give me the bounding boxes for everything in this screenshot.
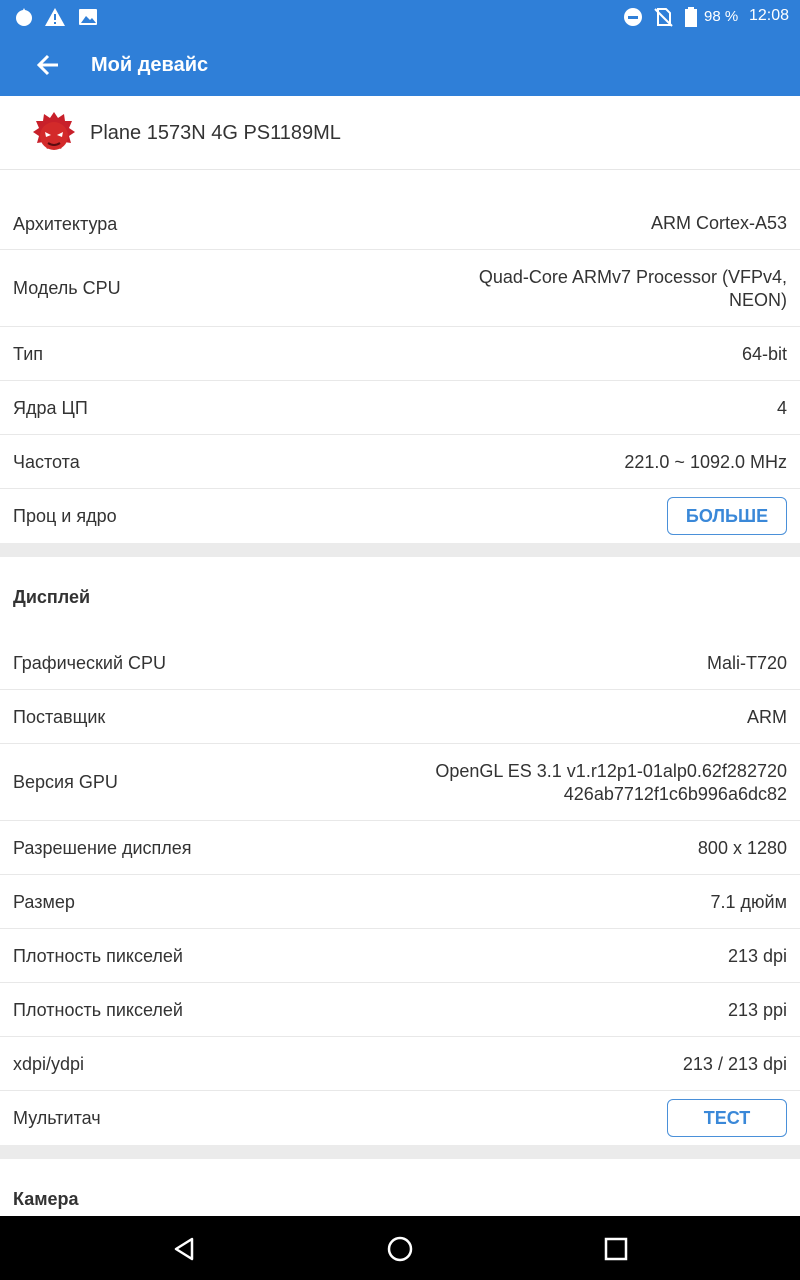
row-label: Ядра ЦП: [13, 398, 88, 418]
row-value-line: OpenGL ES 3.1 v1.r12p1-01alp0.62f282720: [435, 761, 787, 781]
list-item: Тип 64-bit: [0, 327, 800, 381]
list-item: Ядра ЦП 4: [0, 381, 800, 435]
clock: 12:08: [748, 7, 789, 24]
list-item: Мультитач ТЕСТ: [0, 1091, 800, 1145]
list-item: Разрешение дисплея 800 x 1280: [0, 821, 800, 875]
row-value: 221.0 ~ 1092.0 MHz: [624, 452, 787, 472]
list-item: Проц и ядро БОЛЬШЕ: [0, 489, 800, 543]
section-divider: [0, 543, 800, 557]
list-item: Версия GPU OpenGL ES 3.1 v1.r12p1-01alp0…: [0, 744, 800, 821]
row-value: ARM Cortex-A53: [650, 213, 787, 233]
list-item: Частота 221.0 ~ 1092.0 MHz: [0, 435, 800, 489]
page-title: Мой девайс: [91, 54, 209, 76]
nav-home-icon[interactable]: [385, 1234, 415, 1264]
row-label: Мультитач: [13, 1108, 101, 1128]
nav-recents-icon[interactable]: [601, 1234, 631, 1264]
row-label: Поставщик: [13, 707, 106, 727]
row-value: Mali-T720: [706, 653, 787, 673]
battery-icon: [685, 7, 697, 27]
row-label: Версия GPU: [13, 772, 118, 792]
list-item: Поставщик ARM: [0, 690, 800, 744]
row-value-line: Quad-Core ARMv7 Processor (VFPv4,: [478, 267, 787, 287]
row-label: Графический CPU: [13, 653, 166, 673]
row-label: Модель CPU: [13, 278, 121, 298]
list-item: Размер 7.1 дюйм: [0, 875, 800, 929]
section-divider: [0, 1145, 800, 1159]
row-label: Тип: [13, 344, 44, 364]
app-bar: Мой девайс: [0, 34, 800, 96]
row-value: 800 x 1280: [697, 838, 787, 858]
row-value: ARM: [747, 707, 787, 727]
row-value: 213 dpi: [727, 946, 787, 966]
status-bar: 98 % 12:08: [0, 0, 800, 34]
row-label: xdpi/ydpi: [13, 1054, 85, 1074]
row-label: Плотность пикселей: [13, 946, 183, 966]
device-name: Plane 1573N 4G PS1189ML: [90, 122, 341, 144]
row-value: 64-bit: [741, 344, 787, 364]
nav-back-icon[interactable]: [170, 1234, 200, 1264]
row-value: 4: [776, 398, 787, 418]
navigation-bar: [0, 1216, 800, 1280]
more-button[interactable]: БОЛЬШЕ: [667, 497, 787, 535]
list-item: Плотность пикселей 213 ppi: [0, 983, 800, 1037]
row-label: Архитектура: [13, 214, 118, 234]
arrow-back-icon[interactable]: [28, 46, 68, 84]
no-sim-icon: [654, 8, 673, 27]
row-value: OpenGL ES 3.1 v1.r12p1-01alp0.62f282720 …: [435, 760, 787, 806]
image-icon: [79, 9, 97, 25]
row-value: 7.1 дюйм: [710, 892, 787, 912]
row-value-line: NEON): [729, 290, 787, 310]
list-item: xdpi/ydpi 213 / 213 dpi: [0, 1037, 800, 1091]
row-label: Проц и ядро: [13, 506, 117, 526]
list-item: Архитектура ARM Cortex-A53: [0, 170, 800, 250]
battery-percent: 98 %: [704, 8, 739, 25]
row-value-line: 426ab7712f1c6b996a6dc82: [563, 784, 787, 804]
warning-icon: [45, 8, 65, 26]
section-title-display: Дисплей: [13, 587, 91, 607]
do-not-disturb-icon: [624, 8, 642, 26]
row-value: 213 ppi: [727, 1000, 787, 1020]
device-header: Plane 1573N 4G PS1189ML: [0, 96, 800, 170]
list-item: Плотность пикселей 213 dpi: [0, 929, 800, 983]
test-button[interactable]: ТЕСТ: [667, 1099, 787, 1137]
fire-icon: [16, 8, 32, 26]
row-value: Quad-Core ARMv7 Processor (VFPv4, NEON): [479, 266, 787, 312]
row-label: Размер: [13, 892, 75, 912]
row-value: 213 / 213 dpi: [682, 1054, 787, 1074]
list-item: Модель CPU Quad-Core ARMv7 Processor (VF…: [0, 250, 800, 327]
section-title-camera: Камера: [13, 1189, 79, 1209]
row-label: Частота: [13, 452, 80, 472]
list-item: Графический CPU Mali-T720: [0, 636, 800, 690]
antutu-logo-icon: [33, 112, 75, 150]
row-label: Разрешение дисплея: [13, 838, 192, 858]
row-label: Плотность пикселей: [13, 1000, 183, 1020]
